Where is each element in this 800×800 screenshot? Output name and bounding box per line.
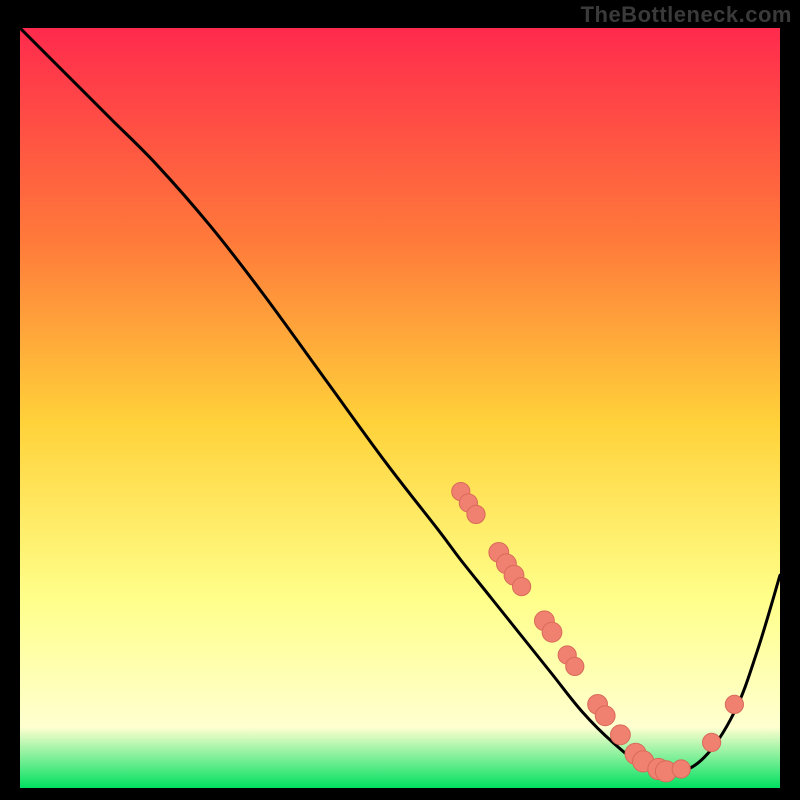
curve-marker [703,733,721,751]
watermark-text: TheBottleneck.com [581,2,792,28]
curve-marker [725,695,743,713]
curve-marker [513,578,531,596]
curve-marker [566,657,584,675]
plot-area [20,28,780,788]
curve-marker [467,505,485,523]
curve-marker [595,706,615,726]
chart-frame: TheBottleneck.com [0,0,800,800]
curve-marker [542,622,562,642]
chart-svg [20,28,780,788]
curve-marker [672,760,690,778]
curve-marker [611,725,631,745]
